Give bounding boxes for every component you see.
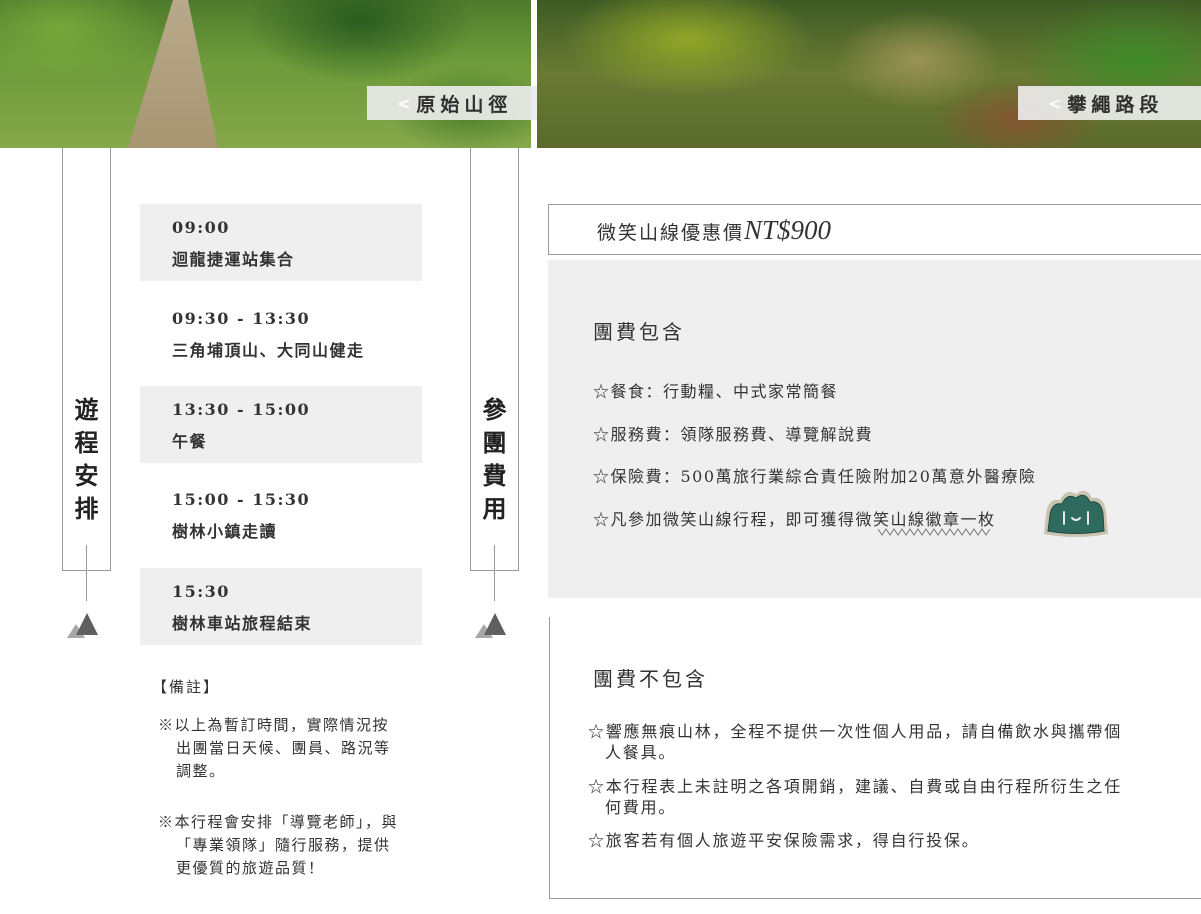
schedule-time: 15:00 - 15:30 [172, 490, 311, 509]
excluded-item: ☆響應無痕山林，全程不提供一次性個人用品，請自備飲水與攜帶個人餐具。 [588, 722, 1123, 762]
photo-label-rope-text: 攀繩路段 [1067, 93, 1164, 116]
schedule-item: 13:30 - 15:00 午餐 [140, 386, 422, 463]
included-item: ☆餐食：行動糧、中式家常簡餐 [593, 382, 839, 401]
included-title: 團費包含 [593, 320, 685, 344]
chevron-left-icon: < [1048, 93, 1062, 113]
fees-heading-box: 參 團 費 用 [470, 148, 519, 571]
schedule-desc: 樹林車站旅程結束 [172, 614, 313, 633]
trail-photo [0, 0, 531, 148]
schedule-time: 15:30 [172, 582, 230, 601]
fees-heading-char: 用 [482, 494, 507, 523]
price-amount: NT$900 [744, 215, 832, 245]
rope-section-photo [537, 0, 1201, 148]
note-item: ※本行程會安排「導覽老師」，與「專業領隊」隨行服務，提供更優質的旅遊品質！ [158, 813, 399, 877]
chevron-left-icon: < [397, 93, 411, 113]
price-label: 微笑山線優惠價 [597, 222, 745, 244]
trail-path-shape [128, 0, 218, 148]
itinerary-heading-box: 遊 程 安 排 [62, 148, 111, 571]
mountain-triangle-icon [76, 613, 98, 635]
mountain-triangle-icon [484, 613, 506, 635]
excluded-item: ☆旅客若有個人旅遊平安保險需求，得自行投保。 [588, 831, 980, 850]
included-item: ☆保險費：500萬旅行業綜合責任險附加20萬意外醫療險 [593, 467, 1037, 486]
photo-label-trail-text: 原始山徑 [416, 93, 513, 116]
divider [494, 545, 495, 601]
included-item: ☆服務費：領隊服務費、導覽解說費 [593, 425, 874, 444]
fees-heading-char: 費 [482, 461, 507, 490]
divider [549, 617, 550, 899]
wavy-underline [878, 528, 991, 536]
itinerary-heading-char: 排 [74, 494, 99, 523]
itinerary-heading-char: 程 [74, 428, 99, 457]
price-box: 微笑山線優惠價NT$900 [548, 204, 1201, 255]
schedule-time: 09:00 [172, 218, 230, 237]
schedule-desc: 迴龍捷運站集合 [172, 250, 295, 269]
divider [549, 898, 1201, 899]
photo-label-rope: < 攀繩路段 [1018, 86, 1201, 120]
excluded-title: 團費不包含 [593, 667, 708, 691]
schedule-desc: 樹林小鎮走讀 [172, 522, 278, 541]
notes-title: 【備註】 [152, 678, 221, 696]
note-item: ※以上為暫訂時間，實際情況按出團當日天候、團員、路況等調整。 [158, 716, 391, 780]
schedule-item: 09:00 迴龍捷運站集合 [140, 204, 422, 281]
schedule-item: 15:00 - 15:30 樹林小鎮走讀 [140, 476, 422, 553]
mountain-badge-icon [1044, 490, 1108, 537]
itinerary-heading-char: 安 [74, 461, 99, 490]
schedule-item: 09:30 - 13:30 三角埔頂山、大同山健走 [140, 295, 422, 372]
itinerary-heading-char: 遊 [74, 395, 99, 424]
photo-label-trail: < 原始山徑 [367, 86, 551, 120]
divider [86, 545, 87, 601]
schedule-time: 13:30 - 15:00 [172, 400, 311, 419]
excluded-item: ☆本行程表上未註明之各項開銷，建議、自費或自由行程所衍生之任何費用。 [588, 777, 1123, 817]
fees-heading-char: 團 [482, 428, 507, 457]
schedule-desc: 三角埔頂山、大同山健走 [172, 341, 365, 360]
fees-heading-char: 參 [482, 395, 507, 424]
schedule-time: 09:30 - 13:30 [172, 309, 311, 328]
schedule-desc: 午餐 [172, 432, 208, 451]
schedule-item: 15:30 樹林車站旅程結束 [140, 568, 422, 645]
